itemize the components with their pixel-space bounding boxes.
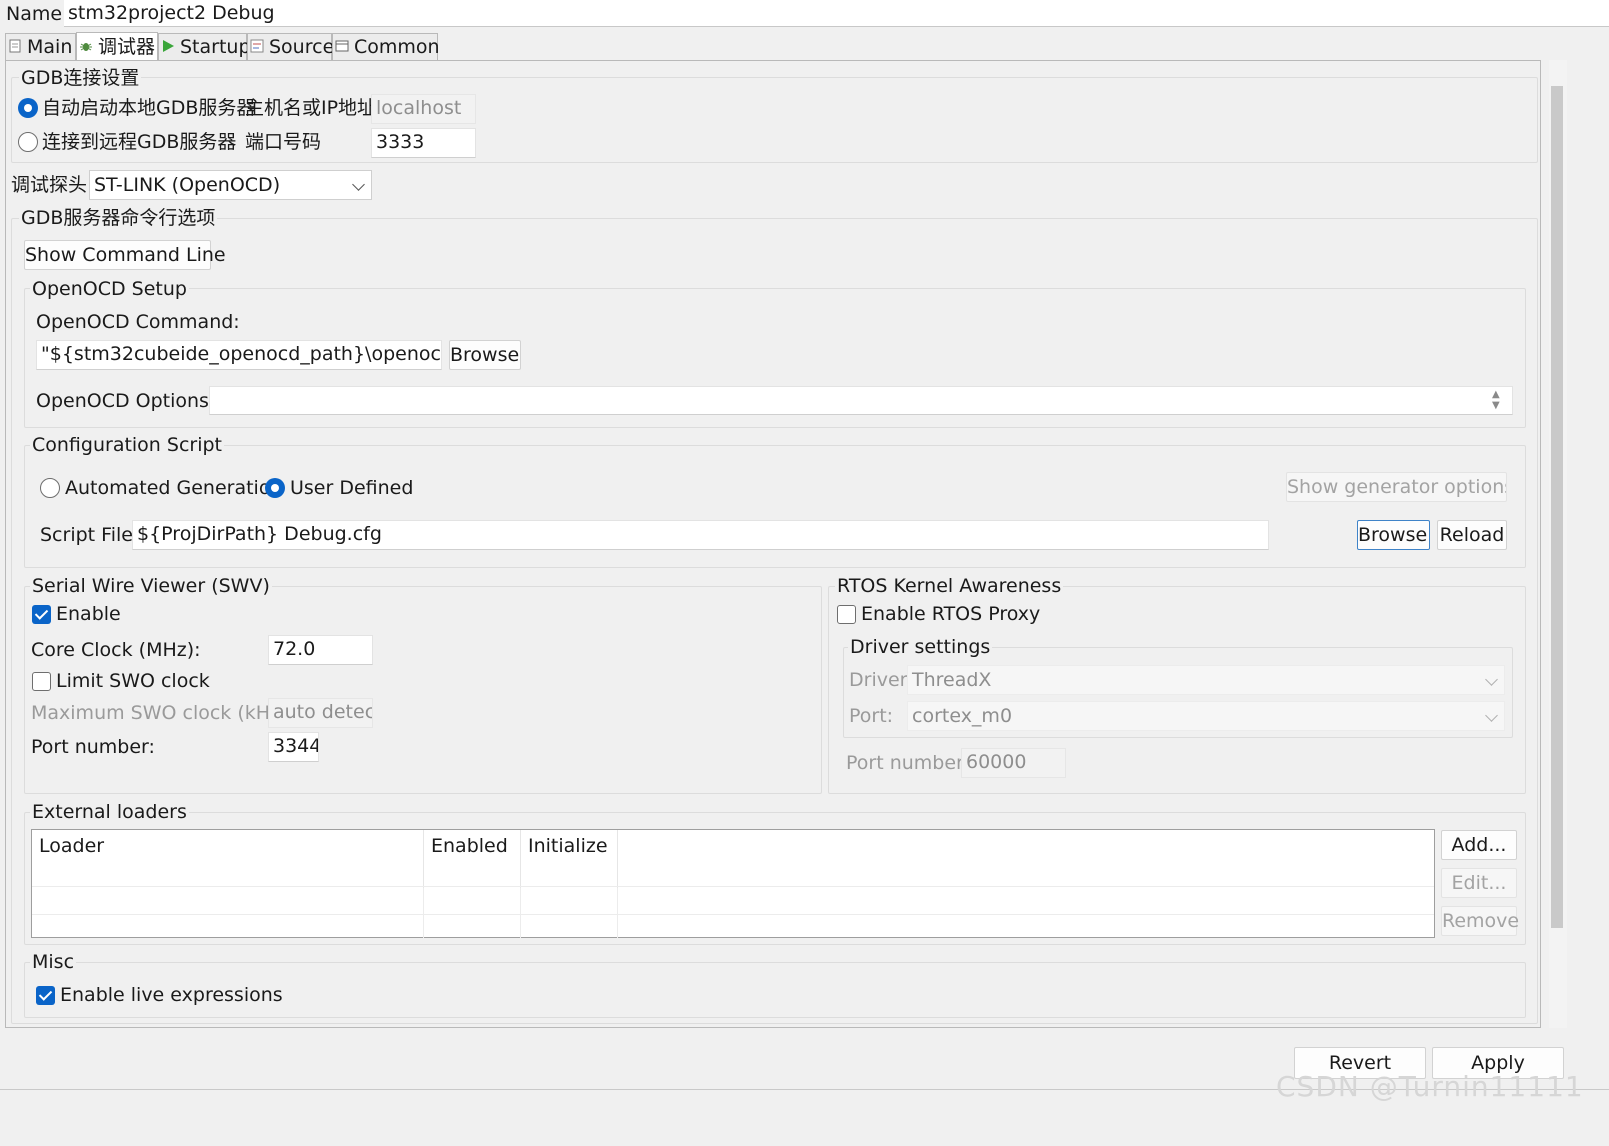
swv-port-label: Port number: xyxy=(31,736,155,758)
swv-port-input[interactable]: 3344 xyxy=(268,732,319,762)
probe-select[interactable]: ST-LINK (OpenOCD) xyxy=(89,170,372,200)
script-file-input[interactable]: ${ProjDirPath} Debug.cfg xyxy=(132,520,1269,550)
rtos-title: RTOS Kernel Awareness xyxy=(835,572,1064,600)
limit-swo-label: Limit SWO clock xyxy=(56,670,210,692)
live-expressions-label: Enable live expressions xyxy=(60,984,283,1006)
core-clock-label: Core Clock (MHz): xyxy=(31,639,201,661)
rtos-port-label: Port: xyxy=(849,705,894,727)
tab-source[interactable]: Source xyxy=(247,33,335,61)
openocd-command-input[interactable]: "${stm32cubeide_openocd_path}\openocd.ex… xyxy=(36,340,442,370)
script-file-label: Script File: xyxy=(40,524,140,546)
rtos-port-select-value: cortex_m0 xyxy=(912,705,1013,727)
openocd-setup-title: OpenOCD Setup xyxy=(30,275,189,303)
tab-common[interactable]: Common xyxy=(332,33,440,61)
port-label: 端口号码 xyxy=(245,131,322,153)
config-name-input[interactable]: stm32project2 Debug xyxy=(64,0,1609,27)
max-swo-label: Maximum SWO clock (kHz): xyxy=(31,702,294,724)
probe-label: 调试探头 xyxy=(11,174,88,196)
swv-title: Serial Wire Viewer (SWV) xyxy=(30,572,272,600)
edit-loader-button[interactable]: Edit... xyxy=(1441,868,1517,898)
tab-debugger-label: 调试器 xyxy=(98,36,156,58)
host-input[interactable]: localhost xyxy=(371,94,476,124)
user-defined-radio[interactable] xyxy=(265,478,285,498)
openocd-browse-button[interactable]: Browse... xyxy=(449,340,521,370)
remote-gdb-label: 连接到远程GDB服务器 xyxy=(42,131,237,153)
auto-local-gdb-label: 自动启动本地GDB服务器 xyxy=(42,97,256,119)
loaders-table[interactable]: Loader Enabled Initialize xyxy=(31,829,1435,938)
remote-gdb-radio[interactable] xyxy=(18,132,38,152)
column-divider xyxy=(617,888,618,938)
server-options-title: GDB服务器命令行选项 xyxy=(19,204,218,232)
port-input[interactable]: 3333 xyxy=(371,128,476,158)
automated-generation-label: Automated Generation xyxy=(65,477,283,499)
bug-icon xyxy=(79,34,93,61)
tab-startup[interactable]: Startup xyxy=(158,33,251,61)
driver-select[interactable]: ThreadX xyxy=(907,665,1505,695)
spinner-arrows-icon[interactable]: ▲ ▼ xyxy=(1492,389,1500,411)
driver-settings-title: Driver settings xyxy=(848,633,993,661)
chevron-down-icon xyxy=(1485,673,1498,686)
chevron-down-icon xyxy=(352,178,365,191)
script-browse-button[interactable]: Browse... xyxy=(1357,520,1430,550)
gdb-connection-title: GDB连接设置 xyxy=(19,64,142,92)
rtos-proxy-checkbox[interactable] xyxy=(837,605,856,624)
reload-button[interactable]: Reload xyxy=(1437,520,1507,550)
column-header-loader[interactable]: Loader xyxy=(32,830,424,888)
show-command-line-button[interactable]: Show Command Line xyxy=(24,240,226,270)
automated-generation-radio[interactable] xyxy=(40,478,60,498)
config-script-title: Configuration Script xyxy=(30,431,224,459)
column-divider xyxy=(423,888,424,938)
column-divider xyxy=(520,888,521,938)
probe-select-value: ST-LINK (OpenOCD) xyxy=(94,174,281,196)
window-icon xyxy=(335,34,349,61)
swv-enable-label: Enable xyxy=(56,603,121,625)
add-loader-button[interactable]: Add... xyxy=(1441,830,1517,860)
tab-debugger[interactable]: 调试器 xyxy=(76,32,158,62)
driver-select-value: ThreadX xyxy=(912,669,992,691)
tab-startup-label: Startup xyxy=(180,36,251,58)
openocd-options-label: OpenOCD Options : xyxy=(36,390,222,412)
table-row[interactable] xyxy=(32,886,1434,914)
show-generator-options-button[interactable]: Show generator options... xyxy=(1286,472,1507,502)
limit-swo-checkbox[interactable] xyxy=(32,672,51,691)
driver-label: Driver: xyxy=(849,669,914,691)
openocd-options-input[interactable] xyxy=(209,386,1513,415)
openocd-command-label: OpenOCD Command: xyxy=(36,311,240,333)
rtos-port-number-label: Port number: xyxy=(846,752,970,774)
tab-main-label: Main xyxy=(27,36,73,58)
column-header-enabled[interactable]: Enabled xyxy=(424,830,521,888)
play-icon xyxy=(161,34,175,61)
tab-source-label: Source xyxy=(269,36,335,58)
watermark: CSDN @Turnin11111 xyxy=(1276,1070,1584,1103)
name-label: Name: xyxy=(6,3,69,25)
tab-common-label: Common xyxy=(354,36,440,58)
core-clock-input[interactable]: 72.0 xyxy=(268,635,373,665)
scrollbar-thumb[interactable] xyxy=(1551,86,1563,928)
page-icon xyxy=(8,34,22,61)
column-header-initialize[interactable]: Initialize xyxy=(521,830,618,888)
max-swo-input[interactable]: auto detect xyxy=(268,698,373,728)
rtos-proxy-label: Enable RTOS Proxy xyxy=(861,603,1041,625)
tab-main[interactable]: Main xyxy=(5,33,76,61)
auto-local-gdb-radio[interactable] xyxy=(18,98,38,118)
external-loaders-title: External loaders xyxy=(30,798,189,826)
remove-loader-button[interactable]: Remove xyxy=(1441,906,1519,936)
misc-title: Misc xyxy=(30,948,77,976)
chevron-down-icon xyxy=(1485,709,1498,722)
swv-enable-checkbox[interactable] xyxy=(32,605,51,624)
rtos-port-number-input[interactable]: 60000 xyxy=(961,748,1066,778)
host-label: 主机名或IP地址 xyxy=(245,97,377,119)
live-expressions-checkbox[interactable] xyxy=(36,986,55,1005)
user-defined-label: User Defined xyxy=(290,477,414,499)
table-row[interactable] xyxy=(32,914,1434,942)
rtos-port-select[interactable]: cortex_m0 xyxy=(907,701,1505,731)
source-icon xyxy=(250,34,264,61)
